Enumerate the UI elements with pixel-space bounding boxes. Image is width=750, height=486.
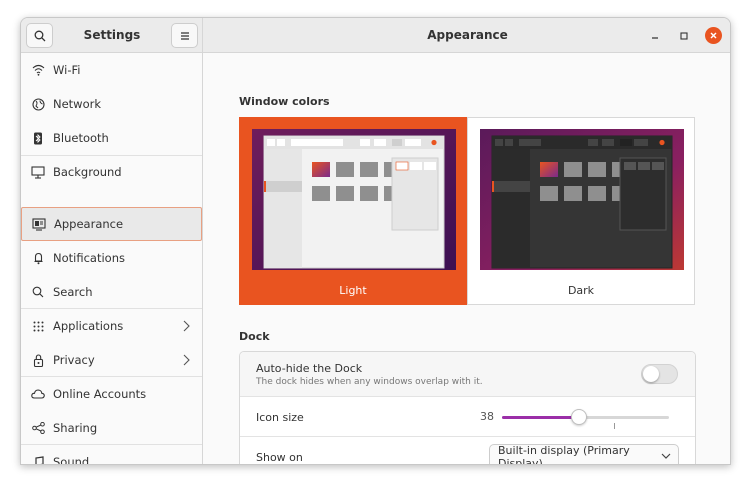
sidebar-item-label: Wi-Fi <box>53 63 81 77</box>
sidebar-item-label: Network <box>53 97 102 111</box>
sidebar-item-label: Appearance <box>54 217 124 231</box>
show-on-row: Show on Built-in display (Primary Displa… <box>240 437 695 465</box>
show-on-label: Show on <box>256 451 303 464</box>
background-icon <box>31 165 45 179</box>
network-icon <box>31 97 45 111</box>
sidebar-item-sound[interactable]: Sound <box>21 445 202 465</box>
window-colors-title: Window colors <box>239 95 330 108</box>
sidebar-item-online-accounts[interactable]: Online Accounts <box>21 377 202 411</box>
dark-theme-option[interactable]: Dark <box>467 117 695 305</box>
lock-icon <box>31 353 45 367</box>
sidebar-item-notifications[interactable]: Notifications <box>21 241 202 275</box>
toggle-knob <box>643 366 659 382</box>
dark-theme-label: Dark <box>567 284 595 297</box>
dock-title: Dock <box>239 330 270 343</box>
search-icon <box>34 30 45 41</box>
hamburger-menu-icon <box>180 31 189 40</box>
light-theme-option[interactable]: Light <box>239 117 467 305</box>
bluetooth-icon <box>31 131 45 145</box>
show-on-dropdown[interactable]: Built-in display (Primary Display) <box>489 443 679 465</box>
dark-theme-preview <box>480 129 684 270</box>
sidebar-item-search[interactable]: Search <box>21 275 202 309</box>
sidebar-item-applications[interactable]: Applications <box>21 309 202 343</box>
sidebar-item-label: Bluetooth <box>53 131 109 145</box>
sidebar-item-label: Background <box>53 165 122 179</box>
share-icon <box>31 421 45 435</box>
sidebar-item-sharing[interactable]: Sharing <box>21 411 202 445</box>
minimize-button[interactable] <box>646 27 663 44</box>
sidebar-item-network[interactable]: Network <box>21 87 202 121</box>
slider-fill <box>502 416 579 419</box>
chevron-down-icon <box>661 453 671 459</box>
main-content: Window colors Light Dark Dock Auto-hide … <box>203 53 730 465</box>
autohide-toggle[interactable] <box>641 364 678 384</box>
bell-icon <box>31 251 45 265</box>
close-button[interactable] <box>705 27 722 44</box>
dock-settings-list: Auto-hide the Dock The dock hides when a… <box>239 351 696 465</box>
sidebar-item-appearance[interactable]: Appearance <box>21 207 202 241</box>
sidebar-item-label: Sharing <box>53 421 98 435</box>
sidebar-item-label: Search <box>53 285 93 299</box>
grid-icon <box>31 319 45 333</box>
menu-button[interactable] <box>171 23 198 48</box>
slider-tick-mark <box>614 423 615 429</box>
search-icon <box>31 285 45 299</box>
chevron-right-icon <box>183 320 190 332</box>
light-theme-preview <box>252 129 456 270</box>
autohide-label: Auto-hide the Dock <box>256 362 363 375</box>
sidebar-item-label: Online Accounts <box>53 387 147 401</box>
light-theme-label: Light <box>339 284 367 297</box>
sidebar-item-wifi[interactable]: Wi-Fi <box>21 53 202 87</box>
autohide-row[interactable]: Auto-hide the Dock The dock hides when a… <box>240 352 695 397</box>
autohide-description: The dock hides when any windows overlap … <box>256 377 483 387</box>
settings-window: Settings Appearance Wi-Fi Network Blueto… <box>20 17 731 465</box>
sidebar-item-label: Privacy <box>53 353 95 367</box>
sidebar-item-label: Applications <box>53 319 124 333</box>
sidebar-header: Settings <box>21 18 203 53</box>
sidebar-item-bluetooth[interactable]: Bluetooth <box>21 121 202 155</box>
main-header: Appearance <box>203 18 730 53</box>
sidebar-item-background[interactable]: Background <box>21 155 202 189</box>
close-icon <box>710 32 717 39</box>
maximize-button[interactable] <box>675 27 692 44</box>
appearance-icon <box>32 217 46 231</box>
slider-handle[interactable] <box>570 409 587 425</box>
music-icon <box>31 455 45 464</box>
sidebar-item-label: Notifications <box>53 251 125 265</box>
sidebar: Wi-Fi Network Bluetooth Background Appea… <box>21 53 203 465</box>
minimize-icon <box>651 36 658 39</box>
cloud-icon <box>31 387 45 401</box>
search-button[interactable] <box>26 23 53 48</box>
maximize-icon <box>679 31 688 40</box>
chevron-right-icon <box>183 354 190 366</box>
icon-size-row: Icon size 38 <box>240 397 695 437</box>
wifi-icon <box>31 63 45 77</box>
icon-size-label: Icon size <box>256 411 304 424</box>
sidebar-title: Settings <box>83 28 141 42</box>
sidebar-item-privacy[interactable]: Privacy <box>21 343 202 377</box>
show-on-selected-value: Built-in display (Primary Display) <box>498 443 630 465</box>
sidebar-item-label: Sound <box>53 455 90 465</box>
icon-size-value: 38 <box>480 410 494 423</box>
